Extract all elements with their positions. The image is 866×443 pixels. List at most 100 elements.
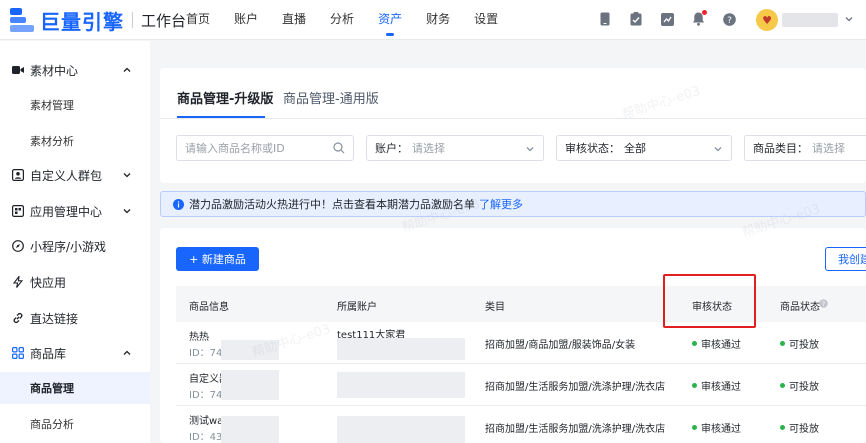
sidebar-subitem-label: 商品分析 — [30, 418, 74, 431]
review-status-text: 审核通过 — [701, 424, 741, 435]
product-category-label: 商品类目： — [753, 142, 808, 155]
sidebar-subitem-label: 素材管理 — [30, 99, 74, 112]
nav-analysis[interactable]: 分析 — [330, 0, 354, 40]
annotation-highlight-box — [663, 274, 756, 328]
product-category-select[interactable]: 商品类目： 请选择 — [744, 135, 866, 161]
review-status-value: 全部 — [624, 142, 646, 155]
review-status: 审核通过 — [692, 336, 741, 351]
column-header-product-status: 商品状态 — [780, 302, 820, 313]
lightning-icon — [12, 276, 24, 288]
product-status-text: 可投放 — [789, 382, 819, 393]
help-icon[interactable]: ? — [721, 11, 737, 27]
redacted-block — [221, 416, 279, 443]
search-placeholder: 请输入商品名称或ID — [185, 142, 285, 155]
product-name[interactable]: 测试wa — [189, 412, 223, 427]
sidebar-subitem-label: 素材分析 — [30, 135, 74, 148]
top-bar: 巨量引擎 工作台 首页 账户 直播 分析 资产 财务 设置 ? ♥ — [0, 0, 866, 40]
column-header-product-info: 商品信息 — [189, 302, 229, 313]
account-select[interactable]: 账户： 请选择 — [366, 135, 544, 161]
redacted-block — [337, 372, 465, 398]
my-created-button[interactable]: 我创建 — [825, 247, 866, 271]
sidebar-item-product-library[interactable]: 商品库 — [0, 337, 150, 369]
review-status-select[interactable]: 审核状态： 全部 — [556, 135, 732, 161]
category-path: 招商加盟/商品加盟/服装饰品/女装 — [485, 340, 636, 351]
table-row[interactable]: 自定义器 ID：743 招商加盟/生活服务加盟/洗涤护理/洗衣店 审核通过 可投… — [176, 364, 866, 406]
chevron-down-icon[interactable] — [844, 14, 854, 24]
search-input[interactable]: 请输入商品名称或ID — [176, 135, 354, 161]
product-category-placeholder: 请选择 — [812, 142, 845, 155]
product-grid-icon — [12, 347, 24, 359]
bell-icon[interactable] — [690, 10, 707, 27]
logo-mark-icon — [10, 8, 38, 32]
chart-icon[interactable] — [659, 11, 675, 27]
nav-account[interactable]: 账户 — [234, 0, 258, 40]
sidebar-subitem-material-manage[interactable]: 素材管理 — [0, 89, 150, 121]
help-circle-icon[interactable]: ? — [819, 299, 828, 308]
tab-product-manage-upgraded[interactable]: 商品管理-升级版 — [177, 88, 273, 107]
table-row[interactable]: 热热 ID：743 test111大家君 招商加盟/商品加盟/服装饰品/女装 审… — [176, 322, 866, 364]
product-status-text: 可投放 — [789, 424, 819, 435]
tab-product-manage-general[interactable]: 商品管理-通用版 — [283, 88, 379, 107]
sidebar-item-direct-link[interactable]: 直达链接 — [0, 302, 150, 334]
sidebar-item-label: 快应用 — [30, 275, 67, 290]
chevron-up-icon[interactable] — [122, 348, 132, 358]
nav-home[interactable]: 首页 — [186, 0, 210, 40]
promo-notice: 潜力品激励活动火热进行中！点击查看本期潜力品激励名单 了解更多 — [160, 191, 866, 217]
product-name[interactable]: 热热 — [189, 328, 209, 343]
sidebar-subitem-product-manage[interactable]: 商品管理 — [0, 372, 150, 404]
chevron-down-icon — [526, 147, 534, 152]
status-dot — [780, 341, 785, 346]
logo-divider — [132, 12, 133, 28]
product-id: ID：43 — [189, 432, 223, 443]
sidebar-subitem-product-analysis[interactable]: 商品分析 — [0, 408, 150, 440]
sidebar-item-quick-app[interactable]: 快应用 — [0, 266, 150, 298]
product-status: 可投放 — [780, 336, 819, 351]
review-status-text: 审核通过 — [701, 340, 741, 351]
sidebar-subitem-material-analysis[interactable]: 素材分析 — [0, 125, 150, 157]
tab-divider — [160, 118, 866, 119]
username-redacted[interactable] — [782, 13, 838, 27]
category-path: 招商加盟/生活服务加盟/洗涤护理/洗衣店 — [485, 382, 666, 393]
clipboard-icon[interactable] — [628, 11, 644, 27]
review-status-text: 审核通过 — [701, 382, 741, 393]
phone-icon[interactable] — [597, 11, 613, 27]
logo[interactable]: 巨量引擎 工作台 — [10, 7, 187, 34]
status-dot — [692, 341, 697, 346]
chevron-down-icon[interactable] — [122, 206, 132, 216]
category-path: 招商加盟/生活服务加盟/洗涤护理/洗衣店 — [485, 424, 666, 435]
link-icon — [12, 312, 24, 324]
info-icon — [173, 198, 184, 210]
avatar[interactable]: ♥ — [756, 9, 778, 31]
chevron-up-icon[interactable] — [122, 65, 132, 75]
nav-settings[interactable]: 设置 — [474, 0, 498, 40]
column-header-category: 类目 — [485, 302, 505, 313]
sidebar: 素材中心 素材管理 素材分析 自定义人群包 应用管理中心 小程序/小游戏 快应用 — [0, 41, 150, 443]
app-grid-icon — [12, 205, 24, 217]
svg-text:?: ? — [822, 300, 825, 308]
redacted-block — [337, 338, 465, 360]
review-status: 审核通过 — [692, 378, 741, 393]
sidebar-item-app-management[interactable]: 应用管理中心 — [0, 195, 150, 227]
sidebar-item-label: 自定义人群包 — [30, 168, 103, 183]
sidebar-item-mini-program[interactable]: 小程序/小游戏 — [0, 230, 150, 262]
nav-live[interactable]: 直播 — [282, 0, 306, 40]
chevron-down-icon[interactable] — [122, 170, 132, 180]
workbench-title: 工作台 — [141, 11, 187, 30]
nav-assets[interactable]: 资产 — [378, 0, 402, 40]
filter-card — [160, 68, 866, 183]
sidebar-item-label: 直达链接 — [30, 311, 79, 326]
account-select-label: 账户： — [375, 142, 408, 155]
redacted-block — [221, 340, 279, 360]
learn-more-link[interactable]: 了解更多 — [479, 196, 523, 212]
sidebar-item-material-center[interactable]: 素材中心 — [0, 54, 150, 86]
user-group-icon — [12, 169, 24, 181]
status-dot — [780, 383, 785, 388]
status-dot — [692, 383, 697, 388]
nav-finance[interactable]: 财务 — [426, 0, 450, 40]
logo-text: 巨量引擎 — [40, 9, 124, 34]
search-icon[interactable] — [333, 142, 345, 154]
redacted-block — [221, 370, 279, 400]
create-product-button[interactable]: + 新建商品 — [176, 247, 259, 271]
sidebar-item-custom-audience[interactable]: 自定义人群包 — [0, 159, 150, 191]
table-row[interactable]: 测试wa ID：43 招商加盟/生活服务加盟/洗涤护理/洗衣店 审核通过 可投放 — [176, 406, 866, 443]
